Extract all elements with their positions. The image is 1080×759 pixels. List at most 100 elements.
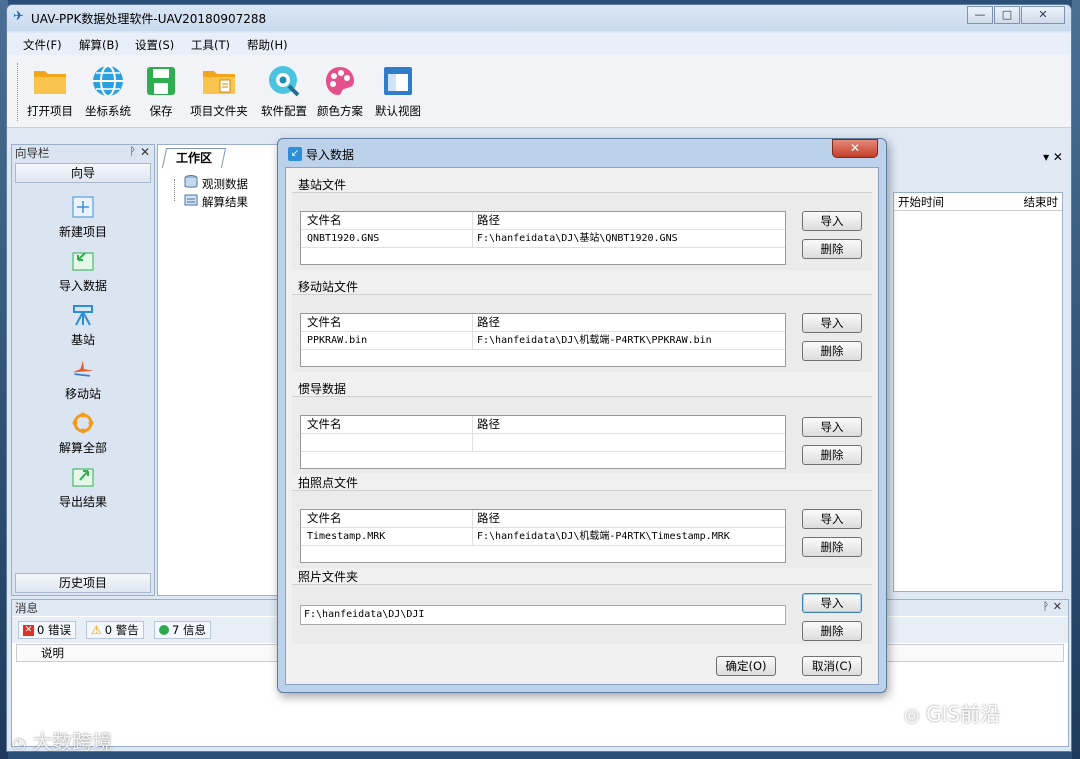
maximize-button[interactable]: □ [994, 6, 1020, 24]
info-count: 7 信息 [172, 623, 206, 637]
inertial-table: 文件名 路径 [300, 415, 786, 469]
warnings-count: 0 警告 [104, 623, 139, 637]
group-title: 照片文件夹 [298, 570, 359, 584]
ok-button[interactable]: 确定(O) [716, 656, 776, 676]
message-controls[interactable]: ᚹ ✕ [1043, 600, 1062, 613]
menu-settings[interactable]: 设置(S) [135, 37, 174, 53]
table-row[interactable]: PPKRAW.bin F:\hanfeidata\DJ\机载端-P4RTK\PP… [301, 332, 785, 350]
nav-export-results[interactable]: 导出结果 [15, 465, 151, 510]
dialog-close-button[interactable]: ✕ [832, 139, 878, 158]
software-config-button[interactable]: 软件配置 [257, 63, 311, 119]
col-path: 路径 [477, 315, 500, 329]
pin-icon[interactable]: ᚹ [129, 145, 136, 158]
close-window-button[interactable]: ✕ [1021, 6, 1065, 24]
nav-label: 导出结果 [58, 495, 107, 509]
path-cell [473, 434, 785, 451]
delete-photo-folder-button[interactable]: 删除 [802, 621, 862, 641]
import-inertial-button[interactable]: 导入 [802, 417, 862, 437]
window-controls: — □ ✕ [967, 6, 1065, 24]
time-table: 开始时间 结束时 [893, 192, 1063, 592]
table-row[interactable] [301, 434, 785, 452]
errors-tab[interactable]: ✕ 0 错误 [18, 621, 76, 639]
tab-workspace[interactable]: 工作区 [161, 148, 227, 168]
color-scheme-button[interactable]: 颜色方案 [313, 63, 367, 119]
group-title: 基站文件 [298, 178, 347, 192]
default-view-icon [380, 63, 416, 99]
dialog-title-bar: ↙ 导入数据 ✕ [278, 139, 886, 165]
col-file-name: 文件名 [301, 212, 473, 229]
watermark-right: ◎ GIS前沿 [904, 698, 1000, 727]
delete-photo-points-button[interactable]: 删除 [802, 537, 862, 557]
table-row[interactable]: QNBT1920.GNS F:\hanfeidata\DJ\基站\QNBT192… [301, 230, 785, 248]
photo-folder-input[interactable]: F:\hanfeidata\DJ\DJI [300, 605, 786, 625]
save-icon [143, 63, 179, 99]
rover-plane-icon [71, 357, 95, 381]
nav-import-data[interactable]: 导入数据 [15, 249, 151, 294]
coordinate-system-button[interactable]: 坐标系统 [81, 63, 135, 119]
col-file-name: 文件名 [301, 416, 473, 433]
nav-label: 移动站 [64, 387, 101, 401]
open-project-button[interactable]: 打开项目 [23, 63, 77, 119]
menu-solve[interactable]: 解算(B) [79, 37, 119, 53]
minimize-button[interactable]: — [967, 6, 993, 24]
open-folder-icon [32, 63, 68, 99]
import-rover-button[interactable]: 导入 [802, 313, 862, 333]
tree-item-observation[interactable]: 观测数据 [184, 175, 248, 192]
file-name-cell: Timestamp.MRK [301, 528, 473, 545]
col-start-time: 开始时间 [898, 195, 944, 209]
table-header: 文件名 路径 [301, 416, 785, 434]
toolbar-grip[interactable] [17, 63, 20, 121]
close-icon[interactable]: ✕ [140, 145, 150, 159]
nav-base-station[interactable]: 基站 [15, 303, 151, 348]
nav-new-project[interactable]: 新建项目 [15, 195, 151, 240]
import-data-dialog: ↙ 导入数据 ✕ 基站文件 文件名 路径 QNBT1920.GNS F:\han… [277, 138, 887, 693]
warnings-tab[interactable]: ⚠ 0 警告 [86, 621, 144, 639]
tree-item-results[interactable]: 解算结果 [184, 193, 248, 210]
error-icon: ✕ [23, 624, 34, 636]
globe-icon [90, 63, 126, 99]
nav-solve-all[interactable]: 解算全部 [15, 411, 151, 456]
menu-file[interactable]: 文件(F) [23, 37, 62, 53]
tool-label: 软件配置 [261, 104, 307, 118]
time-table-header: 开始时间 结束时 [894, 193, 1062, 211]
base-station-icon [71, 303, 95, 327]
tree-connector [174, 179, 175, 201]
menu-tools[interactable]: 工具(T) [191, 37, 230, 53]
wizard-panel-header: 向导栏 ᚹ ✕ [12, 145, 154, 161]
project-folder-button[interactable]: 项目文件夹 [187, 63, 251, 119]
new-project-icon [71, 195, 95, 219]
delete-base-button[interactable]: 删除 [802, 239, 862, 259]
tool-label: 默认视图 [375, 104, 421, 118]
info-tab[interactable]: 7 信息 [154, 621, 211, 639]
table-header: 文件名 路径 [301, 314, 785, 332]
group-rover: 移动站文件 文件名 路径 PPKRAW.bin F:\hanfeidata\DJ… [290, 278, 874, 378]
cancel-button[interactable]: 取消(C) [802, 656, 862, 676]
panel-controls[interactable]: ▾ ✕ [1043, 150, 1063, 164]
col-file-name: 文件名 [301, 510, 473, 527]
import-photo-folder-button[interactable]: 导入 [802, 593, 862, 613]
path-cell: F:\hanfeidata\DJ\基站\QNBT1920.GNS [477, 233, 678, 244]
message-title: 消息 [15, 601, 38, 615]
default-view-button[interactable]: 默认视图 [369, 63, 427, 119]
wizard-panel: 向导栏 ᚹ ✕ 向导 新建项目 导入数据 基站 移动站 解算全部 导出结果 历史… [11, 144, 155, 596]
delete-rover-button[interactable]: 删除 [802, 341, 862, 361]
tool-label: 打开项目 [27, 104, 73, 118]
history-projects[interactable]: 历史项目 [15, 573, 151, 593]
import-base-button[interactable]: 导入 [802, 211, 862, 231]
group-box: 文件名 路径 Timestamp.MRK F:\hanfeidata\DJ\机载… [292, 490, 872, 568]
errors-count: 0 错误 [37, 623, 71, 637]
right-panel: ▾ ✕ 开始时间 结束时 [891, 144, 1069, 596]
nav-rover[interactable]: 移动站 [15, 357, 151, 402]
database-icon [184, 175, 198, 192]
rover-table: 文件名 路径 PPKRAW.bin F:\hanfeidata\DJ\机载端-P… [300, 313, 786, 367]
menu-help[interactable]: 帮助(H) [247, 37, 288, 53]
import-photo-points-button[interactable]: 导入 [802, 509, 862, 529]
watermark-left-text: 大数跨境 [32, 730, 113, 754]
window-title: UAV-PPK数据处理软件-UAV20180907288 [31, 12, 267, 26]
watermark-left: ◔ 大数跨境 [12, 726, 112, 755]
table-row[interactable]: Timestamp.MRK F:\hanfeidata\DJ\机载端-P4RTK… [301, 528, 785, 546]
save-button[interactable]: 保存 [139, 63, 183, 119]
wizard-title[interactable]: 向导 [15, 163, 151, 183]
delete-inertial-button[interactable]: 删除 [802, 445, 862, 465]
group-inertial: 惯导数据 文件名 路径 导入 删除 [290, 380, 874, 474]
